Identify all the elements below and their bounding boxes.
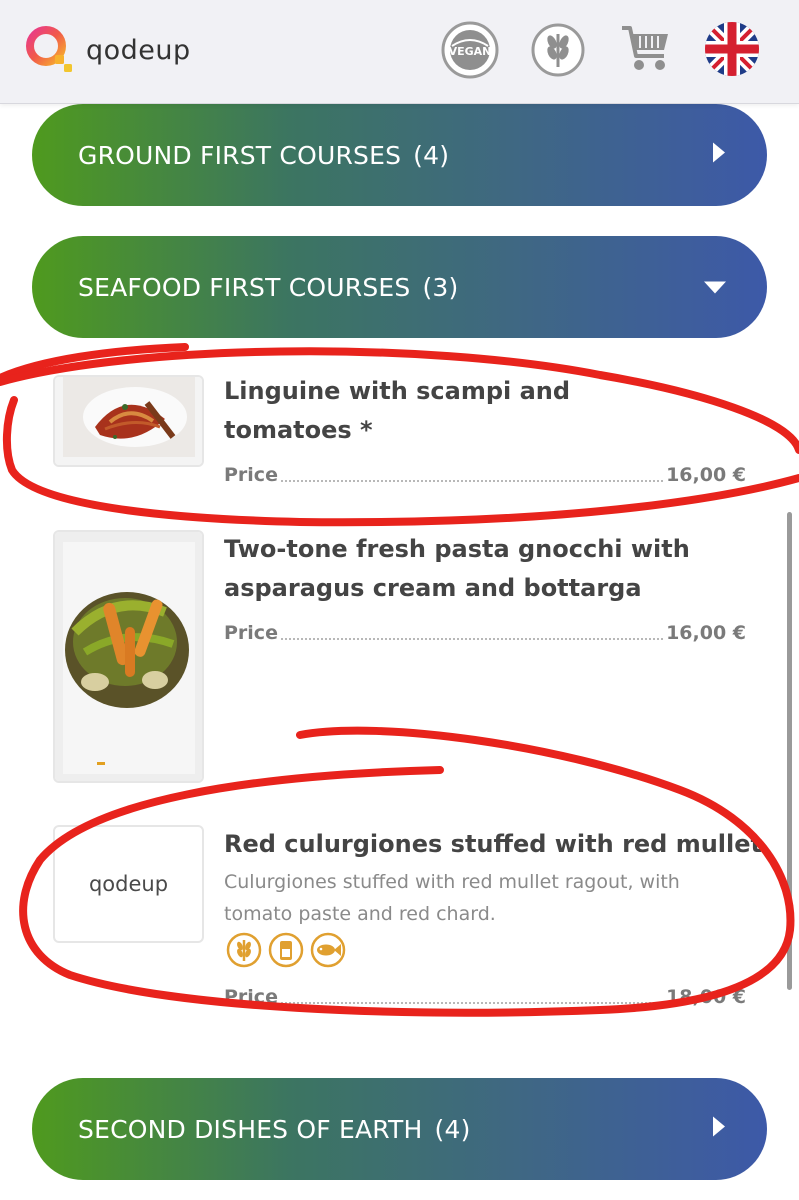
- category-count: (3): [422, 272, 459, 302]
- dish-name-culurgiones[interactable]: Red culurgiones stuffed with red mullet: [224, 825, 764, 864]
- gluten-icon[interactable]: [226, 932, 262, 973]
- category-count: (4): [413, 140, 450, 170]
- qodeup-logo[interactable]: qodeup: [22, 22, 191, 78]
- chevron-down-icon: [703, 273, 727, 302]
- cart-icon[interactable]: [620, 22, 672, 79]
- category-count: (4): [434, 1114, 471, 1144]
- uk-flag-icon[interactable]: [703, 20, 761, 83]
- vegan-badge-icon[interactable]: VEGAN: [440, 20, 500, 85]
- allergen-list: [226, 932, 346, 973]
- logo-text: qodeup: [86, 34, 191, 66]
- scrollbar[interactable]: [787, 512, 792, 990]
- dish-photo-linguine[interactable]: [53, 375, 204, 467]
- dish-photo-placeholder[interactable]: qodeup: [53, 825, 204, 943]
- price-value: 16,00 €: [666, 622, 746, 644]
- chevron-right-icon: [711, 1115, 727, 1144]
- price-value: 16,00 €: [666, 464, 746, 486]
- category-name: GROUND FIRST COURSES: [78, 140, 402, 170]
- dish-price-row: Price 16,00 €: [224, 618, 746, 644]
- dairy-icon[interactable]: [268, 932, 304, 973]
- dish-name-gnocchi[interactable]: Two-tone fresh pasta gnocchi with aspara…: [224, 530, 764, 608]
- price-label: Price: [224, 986, 278, 1008]
- dish-description: Culurgiones stuffed with red mullet rago…: [224, 871, 680, 925]
- qodeup-logo-icon: [26, 26, 72, 72]
- dish-photo-gnocchi[interactable]: [53, 530, 204, 783]
- category-ground-first-courses[interactable]: GROUND FIRST COURSES (4): [32, 104, 767, 206]
- dotted-leader: [280, 638, 664, 640]
- fish-icon[interactable]: [310, 932, 346, 973]
- price-label: Price: [224, 622, 278, 644]
- svg-text:VEGAN: VEGAN: [449, 45, 492, 58]
- category-seafood-first-courses[interactable]: SEAFOOD FIRST COURSES (3): [32, 236, 767, 338]
- price-label: Price: [224, 464, 278, 486]
- category-name: SECOND DISHES OF EARTH: [78, 1114, 423, 1144]
- chevron-right-icon: [711, 141, 727, 170]
- gluten-free-icon[interactable]: [530, 20, 586, 85]
- placeholder-logo-text: qodeup: [88, 872, 169, 896]
- dish-name-linguine[interactable]: Linguine with scampi and tomatoes *: [224, 372, 764, 450]
- price-value: 18,00 €: [666, 986, 746, 1008]
- dotted-leader: [280, 480, 664, 482]
- dish-price-row: Price 16,00 €: [224, 460, 746, 486]
- category-name: SEAFOOD FIRST COURSES: [78, 272, 411, 302]
- category-second-dishes-of-earth[interactable]: SECOND DISHES OF EARTH (4): [32, 1078, 767, 1180]
- dish-price-row: Price 18,00 €: [224, 982, 746, 1008]
- app-header: qodeup VEGAN: [0, 0, 799, 104]
- dotted-leader: [280, 1002, 664, 1004]
